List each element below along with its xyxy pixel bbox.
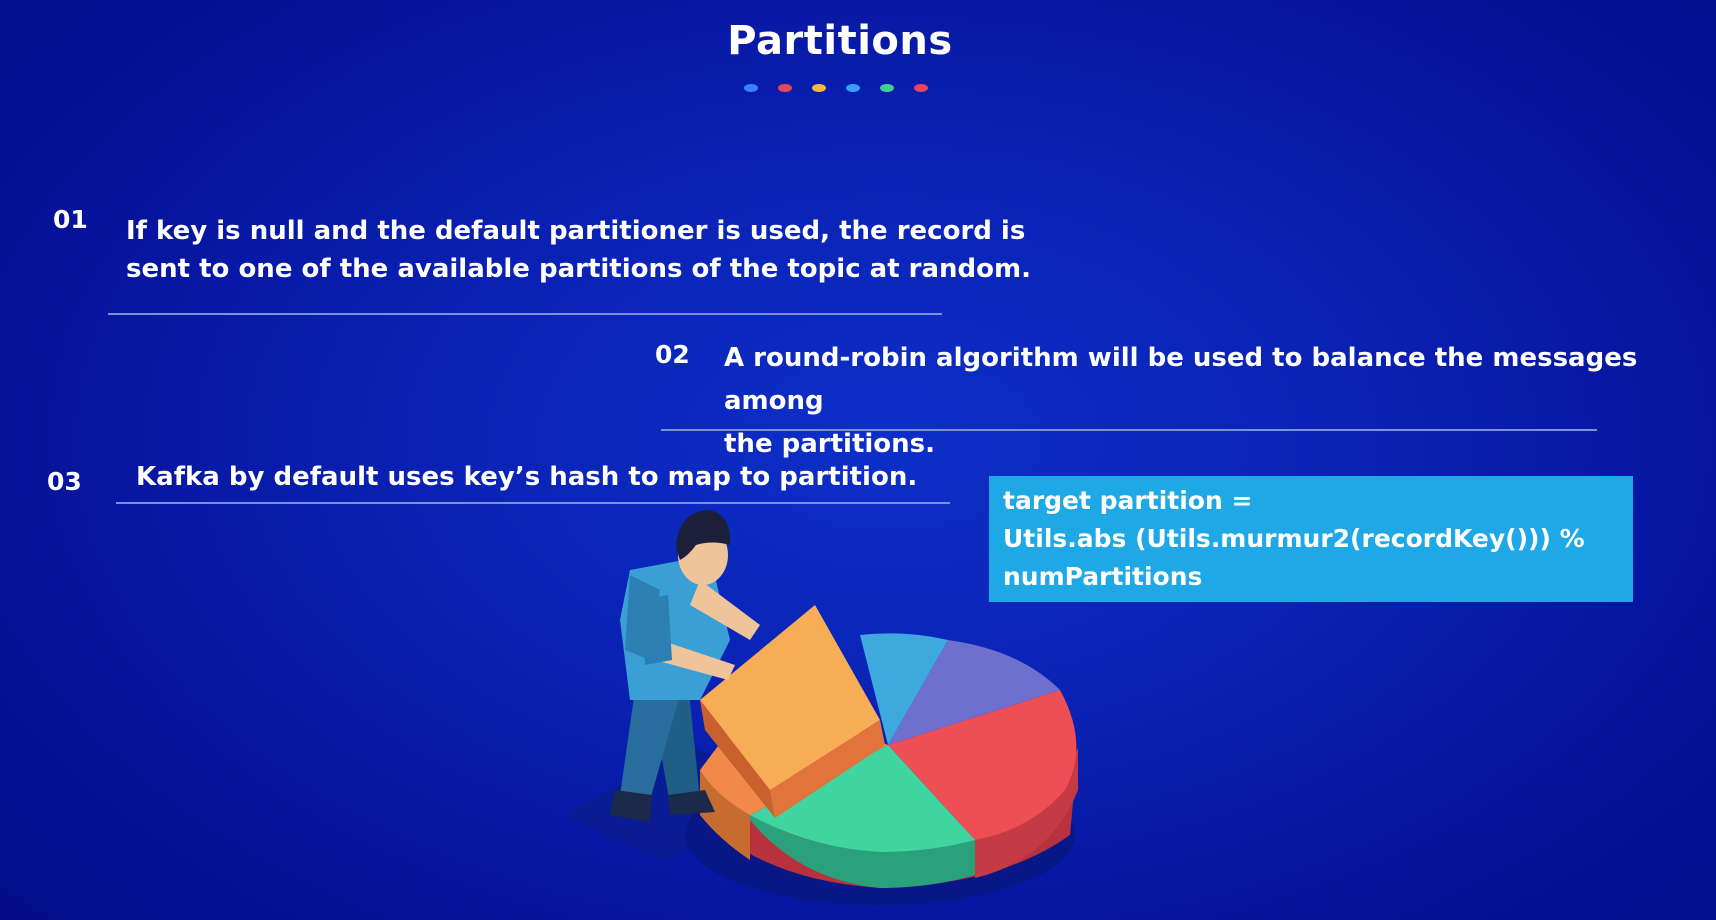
- accent-dot: [914, 84, 928, 92]
- accent-dot: [812, 84, 826, 92]
- item-text-line: Kafka by default uses key’s hash to map …: [136, 462, 918, 492]
- item-text-02: A round-robin algorithm will be used to …: [724, 337, 1716, 466]
- item-text-03: Kafka by default uses key’s hash to map …: [136, 458, 917, 496]
- accent-dot: [744, 84, 758, 92]
- divider-02: [661, 429, 1597, 431]
- person-with-pie-chart-illustration: [560, 500, 1100, 914]
- title-accent-dots: [744, 84, 928, 92]
- divider-01: [108, 313, 942, 315]
- item-number-01: 01: [53, 205, 88, 234]
- item-number-02: 02: [655, 340, 690, 369]
- item-text-line: A round-robin algorithm will be used to …: [724, 343, 1638, 416]
- accent-dot: [778, 84, 792, 92]
- item-text-01: If key is null and the default partition…: [126, 212, 1031, 288]
- accent-dot: [846, 84, 860, 92]
- item-number-03: 03: [47, 467, 82, 496]
- slide-title: Partitions: [727, 18, 953, 64]
- item-text-line: If key is null and the default partition…: [126, 216, 1026, 246]
- accent-dot: [880, 84, 894, 92]
- item-text-line: sent to one of the available partitions …: [126, 254, 1031, 284]
